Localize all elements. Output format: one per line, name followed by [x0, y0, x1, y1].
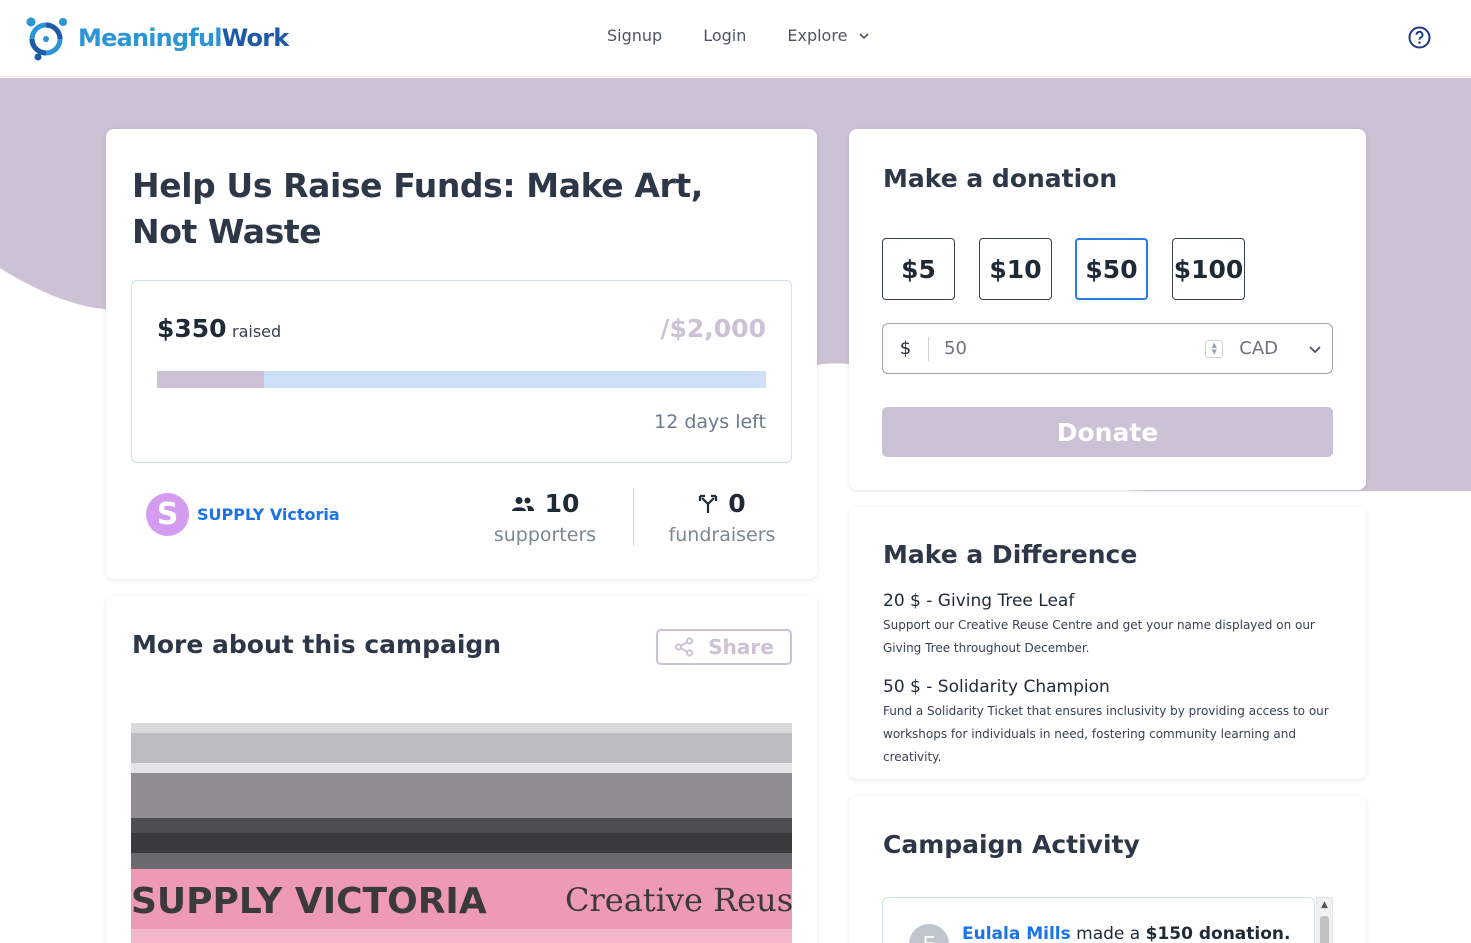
donation-card: Make a donation $5 $10 $50 $100 $ 50 ▲ ▼ …: [849, 129, 1366, 490]
campaign-summary-card: Help Us Raise Funds: Make Art, Not Waste…: [106, 129, 817, 579]
share-label: Share: [708, 635, 774, 659]
activity-amount: $150 donation.: [1145, 924, 1291, 943]
share-button[interactable]: Share: [656, 629, 792, 665]
progress-bar-fill: [157, 371, 264, 388]
share-icon: [675, 637, 694, 657]
dropdown-chevron-icon[interactable]: [1308, 344, 1322, 354]
fundraisers-stat: 0 fundraisers: [662, 489, 782, 546]
brand-logo[interactable]: MeaningfulWork: [22, 14, 289, 62]
campaign-activity-card: Campaign Activity E Eulala Mills made a …: [849, 796, 1366, 943]
nav-explore-label: Explore: [787, 26, 848, 45]
top-navbar: MeaningfulWork Signup Login Explore: [0, 0, 1471, 77]
tier-description: Fund a Solidarity Ticket that ensures in…: [883, 704, 1329, 764]
brand-name: MeaningfulWork: [78, 24, 289, 52]
raised-label: raised: [232, 322, 282, 341]
nav-signup[interactable]: Signup: [607, 26, 662, 45]
spinner-icon[interactable]: ▲ ▼: [1205, 339, 1224, 358]
activity-title: Campaign Activity: [883, 830, 1140, 859]
activity-list: E Eulala Mills made a $150 donation.: [882, 897, 1315, 943]
donor-name[interactable]: Eulala Mills: [962, 924, 1071, 943]
currency-symbol: $: [883, 336, 929, 361]
tier-description: Support our Creative Reuse Centre and ge…: [883, 618, 1315, 655]
campaign-photo: SUPPLY VICTORIA Creative Reuse C: [131, 723, 792, 943]
progress-bar: [157, 371, 766, 388]
chevron-down-icon: [859, 32, 869, 39]
donation-title: Make a donation: [883, 164, 1118, 193]
main-nav: Signup Login Explore: [607, 26, 869, 45]
campaign-details-card: More about this campaign Share SUPPLY VI…: [106, 596, 817, 943]
photo-sign-left: SUPPLY VICTORIA: [131, 881, 487, 922]
activity-item: Eulala Mills made a $150 donation.: [962, 924, 1290, 943]
days-left: 12 days left: [654, 411, 766, 433]
amount-input[interactable]: 50: [929, 338, 1205, 359]
tier-heading: 20 $ - Giving Tree Leaf: [883, 591, 1075, 611]
amount-50-button[interactable]: $50: [1075, 238, 1148, 300]
nav-explore[interactable]: Explore: [787, 26, 869, 45]
scroll-up-icon[interactable]: ▲: [1317, 898, 1332, 912]
custom-amount-field[interactable]: $ 50 ▲ ▼ CAD: [882, 323, 1333, 374]
supporters-count: 10: [544, 489, 580, 518]
supporters-icon: [511, 496, 534, 511]
supporters-stat: 10 supporters: [486, 489, 604, 546]
amount-10-button[interactable]: $10: [979, 238, 1052, 300]
photo-sign-right: Creative Reuse C: [565, 881, 792, 919]
tier-item: 50 $ - Solidarity Champion Fund a Solida…: [883, 677, 1343, 769]
stat-divider: [633, 488, 634, 546]
activity-scrollbar[interactable]: ▲: [1316, 897, 1333, 943]
progress-box: $350 raised /$2,000 12 days left: [131, 280, 792, 463]
logo-icon: [26, 17, 67, 61]
campaign-title: Help Us Raise Funds: Make Art, Not Waste: [132, 166, 703, 251]
organizer[interactable]: S SUPPLY Victoria: [146, 493, 340, 536]
fundraisers-icon: [699, 494, 718, 513]
help-icon[interactable]: [1408, 26, 1431, 49]
goal-amount: /$2,000: [660, 314, 766, 343]
amount-5-button[interactable]: $5: [882, 238, 955, 300]
fundraisers-label: fundraisers: [668, 524, 776, 546]
currency-select[interactable]: CAD: [1239, 338, 1278, 359]
tier-heading: 50 $ - Solidarity Champion: [883, 677, 1110, 697]
tier-item: 20 $ - Giving Tree Leaf Support our Crea…: [883, 591, 1343, 660]
fundraisers-count: 0: [728, 489, 746, 518]
nav-login[interactable]: Login: [703, 26, 746, 45]
amount-100-button[interactable]: $100: [1172, 238, 1245, 300]
difference-title: Make a Difference: [883, 540, 1138, 569]
donate-button[interactable]: Donate: [882, 407, 1333, 457]
organizer-name[interactable]: SUPPLY Victoria: [197, 505, 340, 524]
avatar: E: [909, 924, 949, 943]
more-about-title: More about this campaign: [132, 630, 502, 659]
brand-word-2: Work: [221, 24, 289, 52]
brand-word-1: Meaningful: [78, 24, 223, 52]
make-a-difference-card: Make a Difference 20 $ - Giving Tree Lea…: [849, 507, 1366, 779]
scrollbar-thumb[interactable]: [1320, 916, 1329, 943]
raised-amount: $350: [157, 314, 227, 343]
organizer-avatar: S: [146, 493, 189, 536]
activity-verb: made a: [1076, 924, 1141, 943]
supporters-label: supporters: [493, 524, 597, 546]
